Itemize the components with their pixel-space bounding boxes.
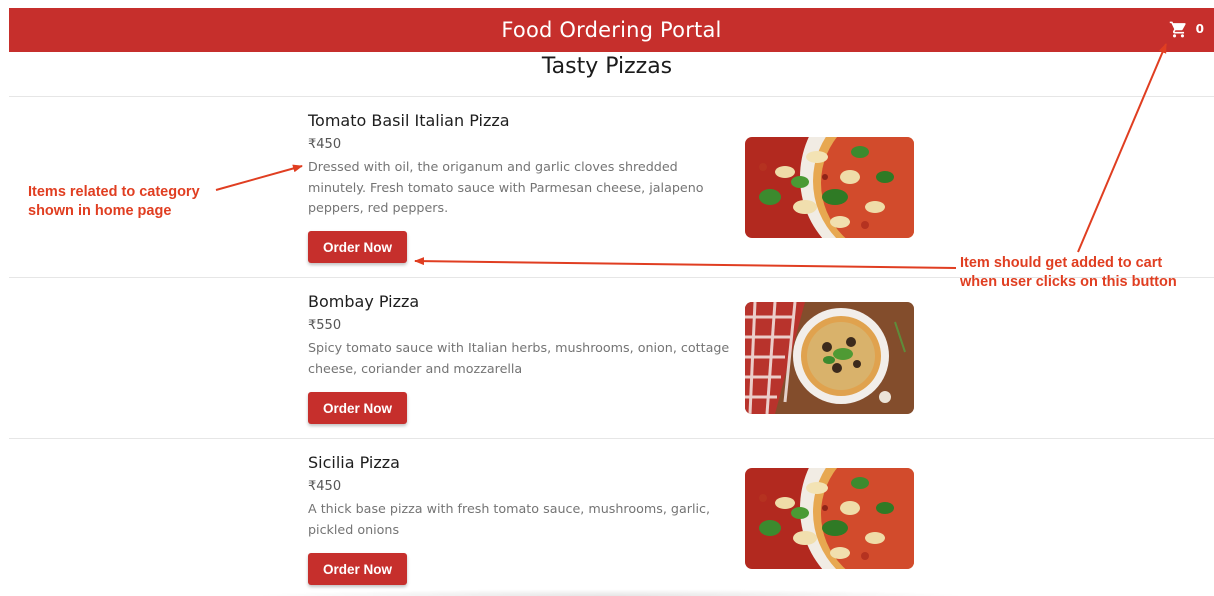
pizza-image: [745, 302, 914, 414]
app-header: Food Ordering Portal 0: [9, 8, 1214, 52]
app-title: Food Ordering Portal: [501, 18, 722, 42]
annotation-right: Item should get added to cart when user …: [960, 254, 1177, 292]
pizza-image: [745, 137, 914, 238]
divider: [9, 96, 1214, 97]
bottom-shadow: [250, 589, 970, 596]
category-title: Tasty Pizzas: [541, 54, 673, 79]
cart-count: 0: [1195, 22, 1204, 36]
annotation-left: Items related to category shown in home …: [28, 183, 200, 221]
annotation-text: Items related to category: [28, 184, 200, 200]
menu-item: Tomato Basil Italian Pizza ₹450 Dressed …: [308, 111, 918, 271]
annotation-text: Item should get added to cart: [960, 255, 1163, 271]
item-price: ₹450: [308, 137, 342, 152]
item-price: ₹450: [308, 479, 342, 494]
annotation-text: shown in home page: [28, 203, 172, 219]
item-name: Bombay Pizza: [308, 292, 420, 311]
menu-item: Sicilia Pizza ₹450 A thick base pizza wi…: [308, 453, 918, 593]
arrow-to-item: [215, 164, 303, 191]
order-now-button[interactable]: Order Now: [308, 392, 407, 424]
annotation-text: when user clicks on this button: [960, 274, 1177, 290]
order-now-button[interactable]: Order Now: [308, 553, 407, 585]
item-description: A thick base pizza with fresh tomato sau…: [308, 501, 711, 537]
item-description: Spicy tomato sauce with Italian herbs, m…: [308, 340, 730, 376]
item-name: Sicilia Pizza: [308, 453, 400, 472]
item-name: Tomato Basil Italian Pizza: [308, 111, 510, 130]
cart-button[interactable]: 0: [1169, 17, 1204, 41]
cart-icon: [1169, 20, 1188, 39]
order-now-button[interactable]: Order Now: [308, 231, 407, 263]
item-price: ₹550: [308, 318, 342, 333]
menu-item: Bombay Pizza ₹550 Spicy tomato sauce wit…: [308, 292, 918, 432]
pizza-image: [745, 468, 914, 569]
item-description: Dressed with oil, the origanum and garli…: [308, 159, 704, 215]
divider: [9, 438, 1214, 439]
